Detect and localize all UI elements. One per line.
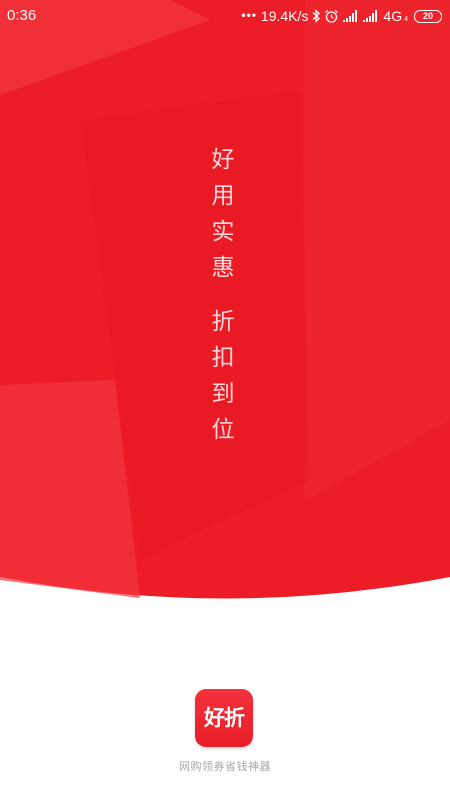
alarm-icon — [325, 9, 339, 23]
notification-dots: ••• — [241, 8, 257, 22]
app-logo: 好折 — [195, 689, 253, 747]
network-speed: 19.4K/s — [260, 8, 309, 24]
status-time: 0:36 — [7, 7, 37, 24]
status-bar: 0:36 ••• 19.4K/s 4G 4 20 — [0, 0, 450, 32]
slogan-char: 到 — [211, 381, 235, 407]
signal-icon — [363, 10, 378, 22]
slogan-char: 用 — [211, 183, 235, 209]
app-tagline: 网购领券省钱神器 — [179, 760, 271, 773]
slogan-char: 位 — [211, 417, 235, 443]
signal-icon — [343, 10, 358, 22]
bluetooth-icon — [312, 9, 321, 23]
status-indicators: ••• 19.4K/s 4G 4 20 — [241, 7, 442, 25]
slogan-char: 实 — [211, 219, 235, 245]
slogan-char: 好 — [211, 147, 235, 173]
network-type-sub: 4 — [404, 15, 408, 23]
network-type: 4G — [383, 8, 403, 24]
slogan-vertical: 好 用 实 惠 折 扣 到 位 — [200, 140, 246, 450]
slogan-char: 折 — [211, 309, 235, 335]
battery-icon: 20 — [414, 9, 442, 23]
slogan-char: 扣 — [211, 345, 235, 371]
light-facet-right — [305, 0, 450, 500]
slogan-char: 惠 — [211, 255, 235, 281]
